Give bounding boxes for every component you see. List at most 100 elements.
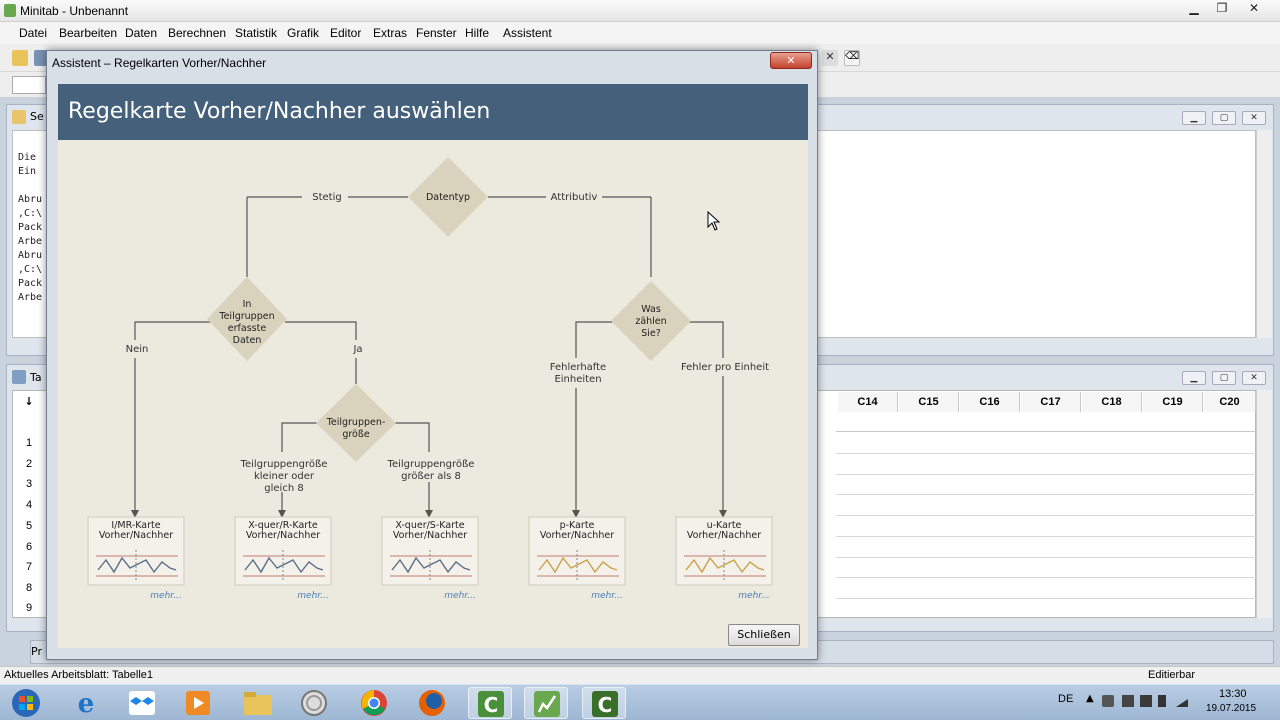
explorer-icon[interactable] xyxy=(236,687,280,719)
command-field[interactable] xyxy=(12,76,46,94)
card-subtitle: Vorher/Nachher xyxy=(246,530,320,541)
row-header[interactable]: 5 xyxy=(12,516,46,536)
column-header[interactable]: C20 xyxy=(1204,392,1256,412)
clock-date[interactable]: 19.07.2015 xyxy=(1206,703,1256,714)
column-name-row[interactable] xyxy=(836,412,1256,432)
menu-assistent[interactable]: Assistent xyxy=(503,26,552,40)
start-icon[interactable] xyxy=(4,687,48,719)
menu-statistik[interactable]: Statistik xyxy=(235,26,277,40)
battery-icon[interactable] xyxy=(1158,695,1166,707)
menu-datei[interactable]: Datei xyxy=(19,26,47,40)
branch-groesser: größer als 8 xyxy=(401,471,461,482)
teilgruppen-label: Daten xyxy=(233,335,262,346)
worksheet-minimize-button[interactable]: ▁ xyxy=(1182,371,1206,385)
tray-windows-icon[interactable] xyxy=(1140,695,1152,707)
row-direction-arrow[interactable]: ↓ xyxy=(12,392,46,412)
app-title: Minitab - Unbenannt xyxy=(20,4,129,18)
firefox-icon[interactable] xyxy=(410,687,454,719)
session-minimize-button[interactable]: ▁ xyxy=(1182,111,1206,125)
row-header[interactable]: 6 xyxy=(12,537,46,557)
menu-extras[interactable]: Extras xyxy=(373,26,407,40)
row-header[interactable]: 2 xyxy=(12,454,46,474)
session-line: Ein xyxy=(18,166,37,177)
more-link[interactable]: mehr... xyxy=(297,591,328,601)
grid-line xyxy=(836,515,1256,516)
row-header[interactable]: 8 xyxy=(12,578,46,598)
language-indicator[interactable]: DE xyxy=(1058,693,1073,705)
dialog-close-button[interactable]: ✕ xyxy=(770,52,812,69)
card-xbar-r[interactable]: X-quer/R-Karte Vorher/Nachher mehr... xyxy=(234,516,332,601)
row-header[interactable]: 3 xyxy=(12,474,46,494)
card-p[interactable]: p-Karte Vorher/Nachher mehr... xyxy=(528,516,626,601)
card-subtitle: Vorher/Nachher xyxy=(540,530,614,541)
ie-icon[interactable]: e xyxy=(64,687,108,719)
schliessen-button[interactable]: Schließen xyxy=(728,624,800,646)
clock-time[interactable]: 13:30 xyxy=(1219,688,1247,700)
more-link[interactable]: mehr... xyxy=(150,591,181,601)
media-icon[interactable] xyxy=(176,687,220,719)
worksheet-maximize-button[interactable]: ▢ xyxy=(1212,371,1236,385)
column-header[interactable]: C19 xyxy=(1143,392,1203,412)
camtasia-icon[interactable]: C xyxy=(468,687,512,719)
restore-window-button[interactable]: ❐ xyxy=(1208,0,1236,18)
column-header[interactable]: C15 xyxy=(899,392,959,412)
was-zaehlen-label: zählen xyxy=(635,316,666,327)
menu-bearbeiten[interactable]: Bearbeiten xyxy=(59,26,117,40)
column-header[interactable]: C17 xyxy=(1021,392,1081,412)
menu-daten[interactable]: Daten xyxy=(125,26,157,40)
connector xyxy=(134,321,211,340)
network-icon[interactable] xyxy=(1176,697,1188,707)
row-header[interactable]: 1 xyxy=(12,433,46,453)
session-line: Arbe xyxy=(18,236,43,247)
grid-line xyxy=(836,494,1256,495)
teilgruppen-label: In xyxy=(243,299,252,310)
close-window-button[interactable]: ✕ xyxy=(1240,0,1268,18)
chrome-icon[interactable] xyxy=(352,687,396,719)
connector xyxy=(285,321,357,340)
card-xbar-s[interactable]: X-quer/S-Karte Vorher/Nachher mehr... xyxy=(381,516,479,601)
card-imr[interactable]: I/MR-Karte Vorher/Nachher mehr... xyxy=(87,516,185,601)
circle-app-icon[interactable] xyxy=(292,687,336,719)
row-header[interactable]: 7 xyxy=(12,557,46,577)
branch-fehler-pro-einheit: Fehler pro Einheit xyxy=(681,362,769,373)
dropbox-icon[interactable] xyxy=(120,687,164,719)
row-header[interactable]: 4 xyxy=(12,495,46,515)
open-folder-icon[interactable] xyxy=(12,50,28,66)
grid-line xyxy=(836,557,1256,558)
more-link[interactable]: mehr... xyxy=(444,591,475,601)
grid-line xyxy=(836,577,1256,578)
menu-fenster[interactable]: Fenster xyxy=(416,26,457,40)
card-u[interactable]: u-Karte Vorher/Nachher mehr... xyxy=(675,516,773,601)
more-link[interactable]: mehr... xyxy=(738,591,769,601)
session-maximize-button[interactable]: ▢ xyxy=(1212,111,1236,125)
tray-flag-icon[interactable] xyxy=(1122,695,1134,707)
worksheet-vertical-scrollbar[interactable] xyxy=(1256,390,1272,618)
column-header[interactable]: C14 xyxy=(838,392,898,412)
session-close-button[interactable]: ✕ xyxy=(1242,111,1266,125)
worksheet-title: Ta xyxy=(30,371,42,384)
status-current-worksheet: Aktuelles Arbeitsblatt: Tabelle1 xyxy=(4,669,153,681)
column-header[interactable]: C18 xyxy=(1082,392,1142,412)
menu-grafik[interactable]: Grafik xyxy=(287,26,319,40)
eraser-icon[interactable]: ⌫ xyxy=(844,50,860,66)
more-link[interactable]: mehr... xyxy=(591,591,622,601)
row-header[interactable]: 9 xyxy=(12,598,46,618)
column-header[interactable]: C16 xyxy=(960,392,1020,412)
minitab-icon[interactable] xyxy=(524,687,568,719)
connector xyxy=(575,321,613,358)
session-icon xyxy=(12,110,26,124)
worksheet-close-button[interactable]: ✕ xyxy=(1242,371,1266,385)
session-title: Se xyxy=(30,110,44,123)
camtasia-recorder-icon[interactable]: C xyxy=(582,687,626,719)
menu-editor[interactable]: Editor xyxy=(330,26,361,40)
minitab-app-icon xyxy=(4,4,16,17)
card-subtitle: Vorher/Nachher xyxy=(99,530,173,541)
tray-app-icon[interactable] xyxy=(1102,695,1114,707)
cancel-icon[interactable]: ✕ xyxy=(822,50,838,66)
branch-fehlerhafte: Einheiten xyxy=(554,374,601,385)
menu-hilfe[interactable]: Hilfe xyxy=(465,26,489,40)
minimize-window-button[interactable]: ▁ xyxy=(1180,0,1208,18)
session-vertical-scrollbar[interactable] xyxy=(1256,130,1272,338)
tray-expand-icon[interactable]: ▲ xyxy=(1086,693,1094,704)
menu-berechnen[interactable]: Berechnen xyxy=(168,26,226,40)
